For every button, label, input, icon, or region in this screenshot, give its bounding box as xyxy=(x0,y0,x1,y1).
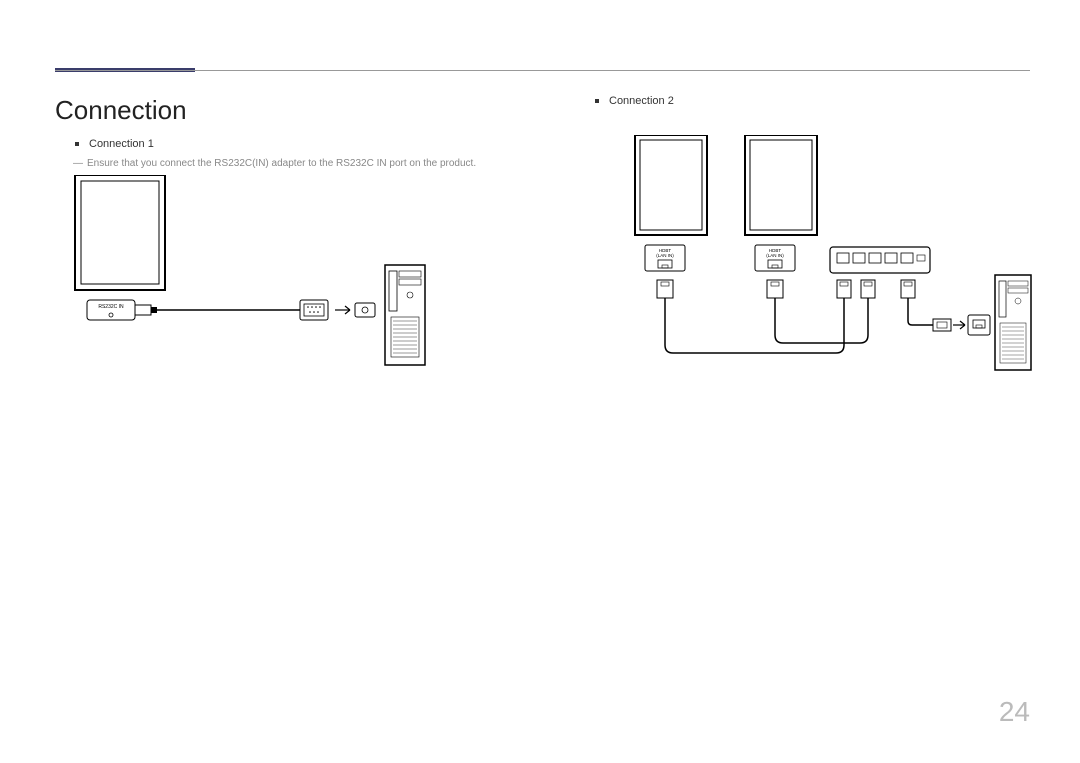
header-rule xyxy=(55,70,1030,71)
bullet-icon xyxy=(75,142,79,146)
svg-text:(LAN IN): (LAN IN) xyxy=(766,253,784,258)
page-number: 24 xyxy=(999,696,1030,728)
svg-text:(LAN IN): (LAN IN) xyxy=(656,253,674,258)
connection1-label: Connection 1 xyxy=(89,138,154,150)
connection1-note-text: Ensure that you connect the RS232C(IN) a… xyxy=(87,158,476,169)
bullet-icon xyxy=(595,99,599,103)
right-column: Connection 2 HDBT (LAN IN) xyxy=(575,95,674,115)
diagram-connection2: HDBT (LAN IN) HDBT (LAN IN) xyxy=(575,135,1035,395)
connection2-label: Connection 2 xyxy=(609,95,674,107)
connection2-heading: Connection 2 xyxy=(595,95,674,107)
page-content: Connection Connection 1 ― Ensure that yo… xyxy=(55,95,1030,179)
rs232c-label: RS232C IN xyxy=(98,304,124,310)
diagram-connection1: RS232C IN xyxy=(65,175,445,385)
section-title: Connection xyxy=(55,95,1030,126)
note-dash-icon: ― xyxy=(73,158,83,169)
